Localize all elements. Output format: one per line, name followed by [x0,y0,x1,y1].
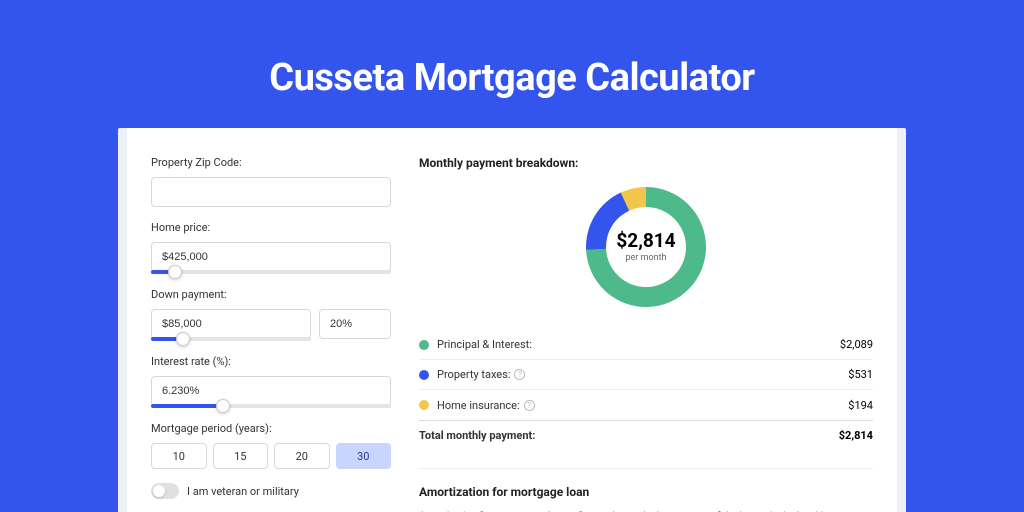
breakdown-total-row: Total monthly payment: $2,814 [419,420,873,450]
legend-dot [419,340,429,350]
down-slider[interactable] [151,337,311,341]
breakdown-item-value: $194 [848,399,873,412]
breakdown-item-value: $531 [848,368,873,381]
zip-input[interactable] [151,177,391,207]
breakdown-item-label: Principal & Interest: [437,338,840,351]
down-slider-thumb[interactable] [176,332,190,346]
rate-label: Interest rate (%): [151,355,391,368]
page-background: Cusseta Mortgage Calculator Property Zip… [0,0,1024,512]
donut-center-value: $2,814 [616,229,675,252]
breakdown-row: Property taxes:?$531 [419,360,873,390]
veteran-toggle[interactable] [151,483,179,499]
breakdown-list: Principal & Interest:$2,089Property taxe… [419,330,873,420]
info-icon[interactable]: ? [514,369,525,380]
form-panel: Property Zip Code: Home price: Down paym… [151,156,391,512]
breakdown-row: Principal & Interest:$2,089 [419,330,873,360]
legend-dot [419,400,429,410]
home-price-label: Home price: [151,221,391,234]
down-percent-input[interactable] [319,309,391,339]
donut-center-sub: per month [625,253,666,263]
breakdown-total-label: Total monthly payment: [419,429,839,442]
period-button-30[interactable]: 30 [336,443,392,469]
home-price-group: Home price: [151,221,391,274]
rate-slider-thumb[interactable] [216,399,230,413]
donut-chart: $2,814 per month [581,182,711,312]
breakdown-item-label: Property taxes:? [437,368,848,381]
rate-slider[interactable] [151,404,391,408]
calculator-card: Property Zip Code: Home price: Down paym… [127,128,897,512]
breakdown-item-value: $2,089 [840,338,873,351]
breakdown-panel: Monthly payment breakdown: $2,814 per mo… [419,156,873,512]
down-payment-row [151,309,391,341]
down-payment-group: Down payment: [151,288,391,341]
breakdown-total-value: $2,814 [839,429,873,442]
amortization-section: Amortization for mortgage loan Amortizat… [419,468,873,512]
down-payment-label: Down payment: [151,288,391,301]
period-label: Mortgage period (years): [151,422,391,435]
rate-input[interactable] [151,376,391,406]
card-outer-border: Property Zip Code: Home price: Down paym… [118,128,906,512]
period-row: 10152030 [151,443,391,469]
amortization-title: Amortization for mortgage loan [419,485,873,499]
legend-dot [419,370,429,380]
home-price-slider[interactable] [151,270,391,274]
veteran-toggle-knob [153,485,165,497]
veteran-label: I am veteran or military [187,485,299,498]
rate-slider-fill [151,404,223,408]
down-amount-input[interactable] [151,309,311,339]
period-group: Mortgage period (years): 10152030 [151,422,391,469]
zip-label: Property Zip Code: [151,156,391,169]
down-amount-wrap [151,309,311,341]
period-button-15[interactable]: 15 [213,443,269,469]
breakdown-title: Monthly payment breakdown: [419,156,873,170]
period-button-10[interactable]: 10 [151,443,207,469]
donut-chart-wrap: $2,814 per month [419,182,873,312]
home-price-input[interactable] [151,242,391,272]
period-button-20[interactable]: 20 [274,443,330,469]
home-price-slider-thumb[interactable] [168,265,182,279]
page-title: Cusseta Mortgage Calculator [0,0,1024,100]
veteran-row: I am veteran or military [151,483,391,499]
zip-group: Property Zip Code: [151,156,391,207]
info-icon[interactable]: ? [524,400,535,411]
rate-group: Interest rate (%): [151,355,391,408]
columns: Property Zip Code: Home price: Down paym… [151,156,873,512]
breakdown-item-label: Home insurance:? [437,399,848,412]
breakdown-row: Home insurance:?$194 [419,390,873,420]
